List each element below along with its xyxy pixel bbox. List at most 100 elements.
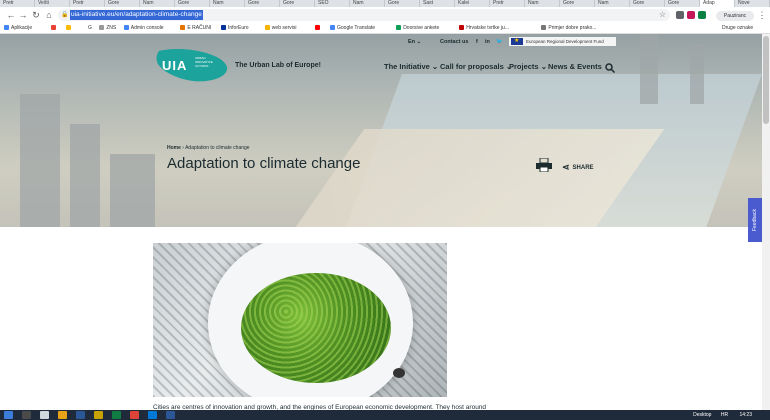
- browser-tab[interactable]: Nam: [140, 0, 175, 7]
- bookmark-item[interactable]: [66, 23, 73, 33]
- browser-tab[interactable]: Vešti: [35, 0, 70, 7]
- bookmark-item[interactable]: G: [81, 23, 92, 33]
- bookmark-item[interactable]: Doorsive ankete: [396, 23, 439, 33]
- share-button[interactable]: ⋖ SHARE: [562, 162, 594, 173]
- facebook-icon[interactable]: f: [476, 39, 478, 45]
- erdf-badge: European Regional Development Fund: [509, 37, 616, 46]
- feedback-tab[interactable]: Feedback: [748, 198, 762, 242]
- browser-tab[interactable]: Gore: [665, 0, 700, 7]
- profile-button[interactable]: Pauziranc: [716, 11, 754, 21]
- menu-call-for-proposals[interactable]: Call for proposals ⌄: [440, 62, 512, 71]
- bookmark-icon: [180, 25, 186, 30]
- bookmark-item[interactable]: Hrvatske tvrtke ju...: [459, 23, 509, 33]
- bookmark-icon: [66, 25, 71, 30]
- browser-tab[interactable]: Gore: [280, 0, 315, 7]
- language-selector[interactable]: En ⌄: [408, 39, 421, 45]
- extension-icon[interactable]: [676, 11, 684, 19]
- bookmark-item[interactable]: web servisi: [264, 23, 297, 33]
- file-explorer-icon[interactable]: [58, 411, 67, 419]
- bookmark-item[interactable]: Admin console: [123, 23, 164, 33]
- task-view-icon[interactable]: [40, 411, 49, 419]
- logo-subtitle: URBAN INNOVATIVE ACTIONS: [195, 56, 213, 68]
- page-scrollbar[interactable]: [762, 34, 770, 410]
- browser-tab[interactable]: Nam: [350, 0, 385, 7]
- menu-news-events[interactable]: News & Events: [548, 62, 602, 71]
- bookmark-icon: [81, 25, 86, 30]
- browser-tab[interactable]: Kalei: [455, 0, 490, 7]
- back-button[interactable]: ←: [5, 9, 17, 21]
- browser-tab[interactable]: Gore: [385, 0, 420, 7]
- excel-icon[interactable]: [112, 411, 121, 419]
- print-icon[interactable]: [536, 158, 552, 172]
- browser-tab[interactable]: Nam: [525, 0, 560, 7]
- forward-button[interactable]: →: [17, 9, 29, 21]
- twitter-icon[interactable]: 🐦: [496, 39, 503, 45]
- browser-tab[interactable]: SEO: [315, 0, 350, 7]
- person-figure: [393, 368, 405, 378]
- bookmark-item[interactable]: Google Translate: [330, 23, 375, 33]
- browser-tab[interactable]: Gore: [245, 0, 280, 7]
- breadcrumb-home[interactable]: Home: [167, 145, 181, 151]
- bookmark-icon: [4, 25, 9, 30]
- bookmark-item[interactable]: Primjer dobre prako...: [541, 23, 596, 33]
- bookmark-item[interactable]: [315, 23, 322, 33]
- bookmark-icon: [221, 25, 226, 30]
- bookmark-star-icon[interactable]: ☆: [659, 10, 666, 19]
- linkedin-icon[interactable]: in: [485, 39, 490, 45]
- bookmark-item[interactable]: ZNS: [99, 23, 116, 33]
- browser-tab[interactable]: Gore: [105, 0, 140, 7]
- bookmark-item[interactable]: E RAČUNI: [180, 23, 211, 33]
- url-text[interactable]: uia-initiative.eu/en/adaptation-climate-…: [70, 10, 203, 20]
- bookmark-icon: [541, 25, 547, 30]
- bookmark-icon: [459, 25, 465, 30]
- bookmark-label: ZNS: [106, 25, 117, 31]
- menu-the-initiative[interactable]: The Initiative ⌄: [384, 62, 438, 71]
- bookmark-label: Aplikacije: [11, 25, 33, 31]
- bookmark-icon: [264, 25, 270, 30]
- word-icon[interactable]: [166, 411, 175, 419]
- home-button[interactable]: ⌂: [43, 9, 55, 21]
- breadcrumb: Home › Adaptation to climate change: [167, 145, 250, 151]
- menu-icon[interactable]: ⋮: [756, 9, 768, 21]
- reload-button[interactable]: ↻: [30, 9, 42, 21]
- bookmark-item[interactable]: [51, 23, 58, 33]
- browser-tab[interactable]: Sast: [420, 0, 455, 7]
- browser-tab[interactable]: Pretr: [70, 0, 105, 7]
- start-icon[interactable]: [4, 411, 13, 419]
- folder-icon[interactable]: [94, 411, 103, 419]
- bookmark-item[interactable]: InforEuro: [221, 23, 249, 33]
- search-taskbar-icon[interactable]: [22, 411, 31, 419]
- browser-tab[interactable]: Gore: [175, 0, 210, 7]
- bookmark-item[interactable]: Aplikacije: [4, 23, 32, 33]
- browser-tab[interactable]: Pretr: [0, 0, 35, 7]
- menu-projects[interactable]: Projects ⌄: [509, 62, 547, 71]
- scrollbar-thumb[interactable]: [763, 36, 769, 124]
- word-icon[interactable]: [76, 411, 85, 419]
- bookmark-label: InforEuro: [228, 25, 249, 31]
- extension-icon[interactable]: [698, 11, 706, 19]
- bookmark-label: Admin console: [130, 25, 164, 31]
- browser-tab[interactable]: Gore: [560, 0, 595, 7]
- outlook-icon[interactable]: [148, 411, 157, 419]
- breadcrumb-current: Adaptation to climate change: [185, 145, 250, 151]
- contact-link[interactable]: Contact us: [440, 39, 468, 45]
- browser-tab[interactable]: Nam: [210, 0, 245, 7]
- eu-flag-icon: [511, 37, 523, 46]
- bookmark-icon: [99, 25, 105, 30]
- browser-tab[interactable]: Nove: [735, 0, 770, 7]
- browser-tab[interactable]: Nam: [595, 0, 630, 7]
- chrome-icon[interactable]: [130, 411, 139, 419]
- bookmark-icon: [396, 25, 402, 30]
- bookmark-label: Google Translate: [337, 25, 376, 31]
- other-bookmarks[interactable]: Druge oznake: [722, 23, 753, 33]
- search-icon[interactable]: [605, 63, 615, 73]
- browser-tab[interactable]: Pretr: [490, 0, 525, 7]
- green-garden: [241, 273, 391, 383]
- bookmark-icon: [330, 25, 335, 30]
- browser-tab[interactable]: Adap: [700, 0, 735, 7]
- pdf-extension-icon[interactable]: [687, 11, 695, 19]
- bookmark-label: Primjer dobre prako...: [548, 25, 597, 31]
- address-bar[interactable]: 🔒 uia-initiative.eu/en/adaptation-climat…: [58, 9, 670, 21]
- system-tray[interactable]: Desktop HR 14:23: [693, 411, 752, 419]
- browser-tab[interactable]: Gore: [630, 0, 665, 7]
